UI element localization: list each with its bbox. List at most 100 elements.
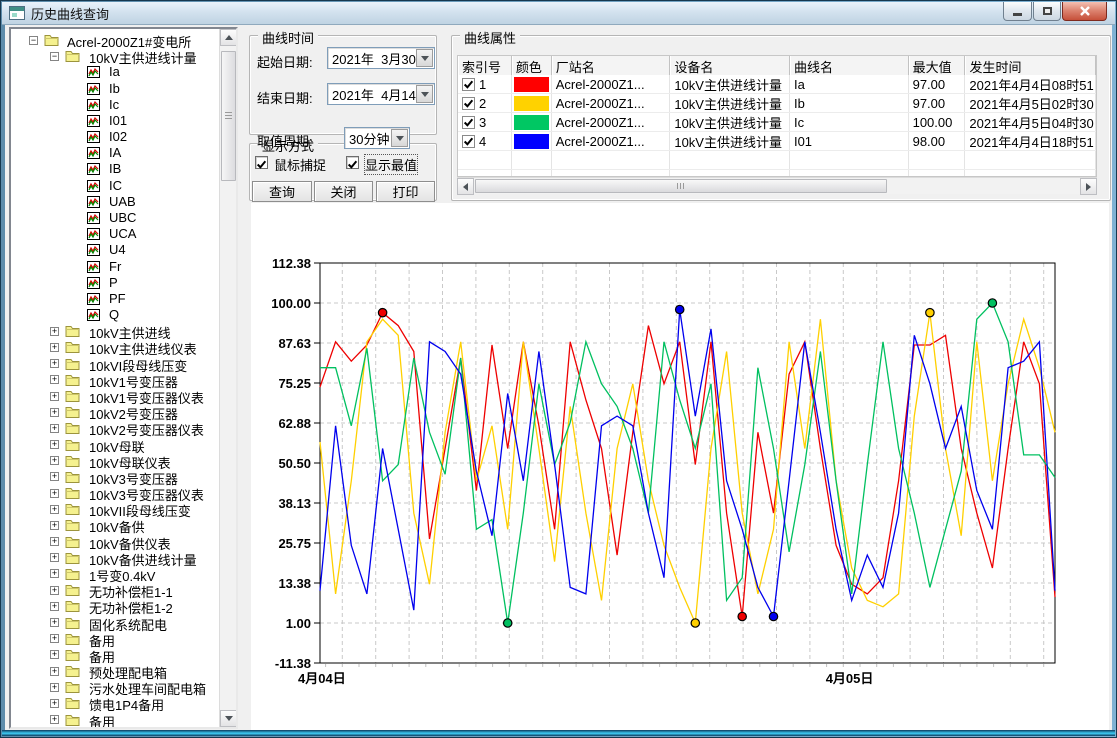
query-button[interactable]: 查询 <box>252 181 312 202</box>
curve-props-table[interactable]: 索引号颜色厂站名设备名曲线名最大值发生时间 1Acrel-2000Z1...10… <box>457 55 1097 177</box>
tree-item[interactable]: Ia <box>11 64 219 80</box>
tree-item[interactable]: UAB <box>11 194 219 210</box>
tree-item[interactable]: I01 <box>11 113 219 129</box>
tree-item[interactable]: +10kV备供 <box>11 517 219 533</box>
column-header-6[interactable]: 发生时间 <box>965 56 1096 75</box>
tree-expander-expand[interactable]: + <box>50 408 59 417</box>
tree-expander-expand[interactable]: + <box>50 537 59 546</box>
tree-item[interactable]: UBC <box>11 210 219 226</box>
tree-item[interactable]: P <box>11 275 219 291</box>
column-header-2[interactable]: 厂站名 <box>552 56 671 75</box>
row-checkbox[interactable] <box>462 135 475 148</box>
dropdown-button[interactable] <box>391 129 408 147</box>
tree-item[interactable]: +10kV1号变压器 <box>11 372 219 388</box>
row-checkbox[interactable] <box>462 78 475 91</box>
tree-expander-expand[interactable]: + <box>50 602 59 611</box>
tree-item[interactable]: +10kV3号变压器 <box>11 469 219 485</box>
close-button[interactable] <box>1062 2 1107 21</box>
titlebar[interactable]: 历史曲线查询 <box>2 2 1115 25</box>
tree-item[interactable]: Fr <box>11 259 219 275</box>
tree-expander-expand[interactable]: + <box>50 343 59 352</box>
row-checkbox[interactable] <box>462 97 475 110</box>
tree-expander-expand[interactable]: + <box>50 715 59 724</box>
table-row[interactable]: 3Acrel-2000Z1...10kV主供进线计量Ic100.002021年4… <box>458 113 1096 132</box>
tree-item[interactable]: +10kV备供仪表 <box>11 534 219 550</box>
tree-item[interactable]: +10kV主供进线仪表 <box>11 339 219 355</box>
tree-expander-expand[interactable]: + <box>50 569 59 578</box>
show-extremes-checkbox[interactable] <box>346 156 359 169</box>
tree-item[interactable]: +无功补偿柜1-1 <box>11 582 219 598</box>
tree-item[interactable]: +10kV主供进线 <box>11 323 219 339</box>
mouse-capture-checkbox[interactable] <box>255 156 268 169</box>
tree-expander-expand[interactable]: + <box>50 472 59 481</box>
tree-expander-expand[interactable]: + <box>50 424 59 433</box>
tree-expander-expand[interactable]: + <box>50 375 59 384</box>
tree-expander-expand[interactable]: + <box>50 699 59 708</box>
maximize-button[interactable] <box>1033 2 1061 21</box>
tree-expander-expand[interactable]: + <box>50 505 59 514</box>
table-scroll-thumb[interactable] <box>475 179 887 193</box>
dropdown-button[interactable] <box>416 49 433 67</box>
tree-item[interactable]: IB <box>11 161 219 177</box>
start-date-combobox[interactable]: 2021年 3月30 <box>327 47 435 69</box>
tree-item[interactable]: +无功补偿柜1-2 <box>11 598 219 614</box>
tree-item[interactable]: −Acrel-2000Z1#变电所 <box>11 32 219 48</box>
print-button[interactable]: 打印 <box>376 181 435 202</box>
tree-expander-expand[interactable]: + <box>50 650 59 659</box>
tree-item[interactable]: +1号变0.4kV <box>11 566 219 582</box>
minimize-button[interactable] <box>1003 2 1032 21</box>
tree-expander-expand[interactable]: + <box>50 618 59 627</box>
tree-item[interactable]: +污水处理车间配电箱 <box>11 679 219 695</box>
tree-item[interactable]: +10kV1号变压器仪表 <box>11 388 219 404</box>
period-combobox[interactable]: 30分钟 <box>344 127 410 149</box>
tree-item[interactable]: +固化系统配电 <box>11 615 219 631</box>
tree-item[interactable]: U4 <box>11 242 219 258</box>
scroll-left-button[interactable] <box>457 178 474 195</box>
tree-scroll-thumb[interactable] <box>221 51 236 181</box>
tree-item[interactable]: −10kV主供进线计量 <box>11 48 219 64</box>
tree-item[interactable]: +备用 <box>11 631 219 647</box>
column-header-3[interactable]: 设备名 <box>670 56 790 75</box>
tree-expander-collapse[interactable]: − <box>29 36 38 45</box>
column-header-0[interactable]: 索引号 <box>458 56 512 75</box>
tree-scroll-up-button[interactable] <box>220 29 237 46</box>
tree-item[interactable]: UCA <box>11 226 219 242</box>
tree-item[interactable]: +10kV2号变压器仪表 <box>11 420 219 436</box>
tree-item[interactable]: +10kV母联仪表 <box>11 453 219 469</box>
tree-expander-expand[interactable]: + <box>50 440 59 449</box>
show-extremes-label[interactable]: 显示最值 <box>365 155 417 174</box>
column-header-4[interactable]: 曲线名 <box>790 56 909 75</box>
tree-expander-expand[interactable]: + <box>50 553 59 562</box>
tree-item[interactable]: +10kV3号变压器仪表 <box>11 485 219 501</box>
tree-item[interactable]: +预处理配电箱 <box>11 663 219 679</box>
station-tree[interactable]: −Acrel-2000Z1#变电所−10kV主供进线计量IaIbIcI01I02… <box>9 27 238 729</box>
tree-item[interactable]: Ic <box>11 97 219 113</box>
tree-item[interactable]: +馈电1P4备用 <box>11 695 219 711</box>
dropdown-button[interactable] <box>416 85 433 103</box>
tree-item[interactable]: +10kVII段母线压变 <box>11 501 219 517</box>
tree-item[interactable]: +备用 <box>11 712 219 727</box>
tree-scroll-down-button[interactable] <box>220 710 237 727</box>
tree-item[interactable]: +10kV2号变压器 <box>11 404 219 420</box>
table-row[interactable]: 4Acrel-2000Z1...10kV主供进线计量I0198.002021年4… <box>458 132 1096 151</box>
column-header-1[interactable]: 颜色 <box>512 56 552 75</box>
row-checkbox[interactable] <box>462 116 475 129</box>
scroll-right-button[interactable] <box>1080 178 1097 195</box>
tree-item[interactable]: Ib <box>11 81 219 97</box>
end-date-combobox[interactable]: 2021年 4月14 <box>327 83 435 105</box>
tree-item[interactable]: +备用 <box>11 647 219 663</box>
mouse-capture-label[interactable]: 鼠标捕捉 <box>274 155 326 174</box>
tree-expander-expand[interactable]: + <box>50 489 59 498</box>
tree-expander-expand[interactable]: + <box>50 586 59 595</box>
table-hscrollbar[interactable] <box>457 177 1097 194</box>
tree-expander-collapse[interactable]: − <box>50 52 59 61</box>
tree-item[interactable]: IC <box>11 178 219 194</box>
tree-expander-expand[interactable]: + <box>50 521 59 530</box>
tree-item[interactable]: IA <box>11 145 219 161</box>
tree-expander-expand[interactable]: + <box>50 456 59 465</box>
column-header-5[interactable]: 最大值 <box>909 56 966 75</box>
tree-item[interactable]: PF <box>11 291 219 307</box>
table-row[interactable]: 2Acrel-2000Z1...10kV主供进线计量Ib97.002021年4月… <box>458 94 1096 113</box>
tree-expander-expand[interactable]: + <box>50 392 59 401</box>
tree-item[interactable]: +10kV备供进线计量 <box>11 550 219 566</box>
